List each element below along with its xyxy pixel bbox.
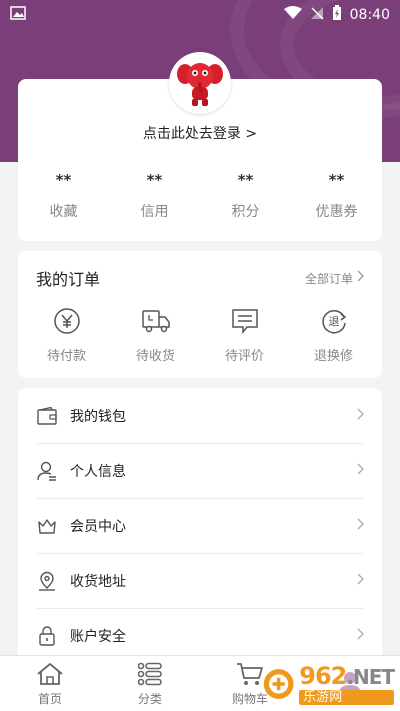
login-link[interactable]: 点击此处去登录 > <box>18 123 382 143</box>
menu-label: 账户安全 <box>70 628 126 645</box>
gallery-notification-icon <box>10 6 26 24</box>
svg-text:退: 退 <box>328 315 339 328</box>
tab-home[interactable]: 首页 <box>0 656 100 711</box>
profile-stats: ** 收藏 ** 信用 ** 积分 ** 优惠券 <box>18 171 382 221</box>
watermark-subtitle: 乐游网 <box>299 689 394 705</box>
user-icon <box>36 460 58 482</box>
return-icon: 退 <box>289 305 378 337</box>
location-icon <box>36 570 58 592</box>
chevron-right-icon <box>357 518 364 534</box>
comment-icon <box>200 305 289 337</box>
mascot-icon <box>177 63 223 106</box>
menu-label: 我的钱包 <box>70 408 126 425</box>
menu-label: 收货地址 <box>70 573 126 590</box>
order-label: 待收货 <box>135 349 175 364</box>
watermark-number: 962 <box>299 661 347 690</box>
order-label: 待评价 <box>224 349 264 364</box>
watermark: 962.NET 乐游网 <box>262 660 395 708</box>
menu-item-personal-info[interactable]: 个人信息 <box>18 443 382 498</box>
watermark-net: .NET <box>346 664 395 689</box>
menu-card: 我的钱包 个人信息 会员中心 收货地址 账户安全 <box>18 388 382 668</box>
yen-icon <box>22 305 111 337</box>
all-orders-label: 全部订单 <box>304 271 353 286</box>
stat-value: ** <box>237 171 254 189</box>
stat-credit[interactable]: ** 信用 <box>109 171 200 221</box>
status-bar: 08:40 <box>0 0 400 30</box>
tab-label: 首页 <box>37 691 62 706</box>
order-returns[interactable]: 退 退换修 <box>289 305 378 364</box>
all-orders-link[interactable]: 全部订单 <box>305 270 364 287</box>
status-time: 08:40 <box>349 7 390 23</box>
chevron-right-icon <box>357 573 364 589</box>
order-pending-payment[interactable]: 待付款 <box>22 305 111 364</box>
truck-icon <box>111 305 200 337</box>
stat-coupons[interactable]: ** 优惠券 <box>291 171 382 221</box>
menu-item-wallet[interactable]: 我的钱包 <box>18 388 382 443</box>
category-icon <box>137 661 163 687</box>
chevron-right-icon <box>357 270 364 286</box>
chevron-right-icon <box>357 408 364 424</box>
chevron-right-icon <box>357 463 364 479</box>
stat-favorites[interactable]: ** 收藏 <box>18 171 109 221</box>
watermark-logo-icon <box>263 669 294 699</box>
stat-value: ** <box>55 171 72 189</box>
crown-icon <box>36 515 58 537</box>
cart-icon <box>236 661 264 687</box>
order-pending-review[interactable]: 待评价 <box>200 305 289 364</box>
stat-value: ** <box>328 171 345 189</box>
orders-title: 我的订单 <box>36 270 101 289</box>
menu-item-address[interactable]: 收货地址 <box>18 553 382 608</box>
chevron-right-icon <box>357 628 364 644</box>
menu-label: 会员中心 <box>70 518 126 535</box>
stat-points[interactable]: ** 积分 <box>200 171 291 221</box>
stat-label: 信用 <box>140 204 169 220</box>
order-label: 退换修 <box>313 349 353 364</box>
avatar[interactable] <box>169 52 231 114</box>
menu-item-member-center[interactable]: 会员中心 <box>18 498 382 553</box>
signal-icon <box>310 6 324 24</box>
stat-label: 优惠券 <box>315 204 358 220</box>
stat-value: ** <box>146 171 163 189</box>
home-icon <box>36 661 64 687</box>
menu-label: 个人信息 <box>70 463 126 480</box>
stat-label: 积分 <box>231 204 260 220</box>
battery-icon <box>332 5 342 25</box>
tab-label: 分类 <box>137 691 162 706</box>
wallet-icon <box>36 405 58 427</box>
order-pending-receipt[interactable]: 待收货 <box>111 305 200 364</box>
wifi-icon <box>283 6 302 24</box>
lock-icon <box>36 625 58 647</box>
orders-card: 我的订单 全部订单 待付款 待收货 待评价 退 退换修 <box>18 251 382 378</box>
tab-category[interactable]: 分类 <box>100 656 200 711</box>
order-label: 待付款 <box>46 349 86 364</box>
stat-label: 收藏 <box>49 204 78 220</box>
